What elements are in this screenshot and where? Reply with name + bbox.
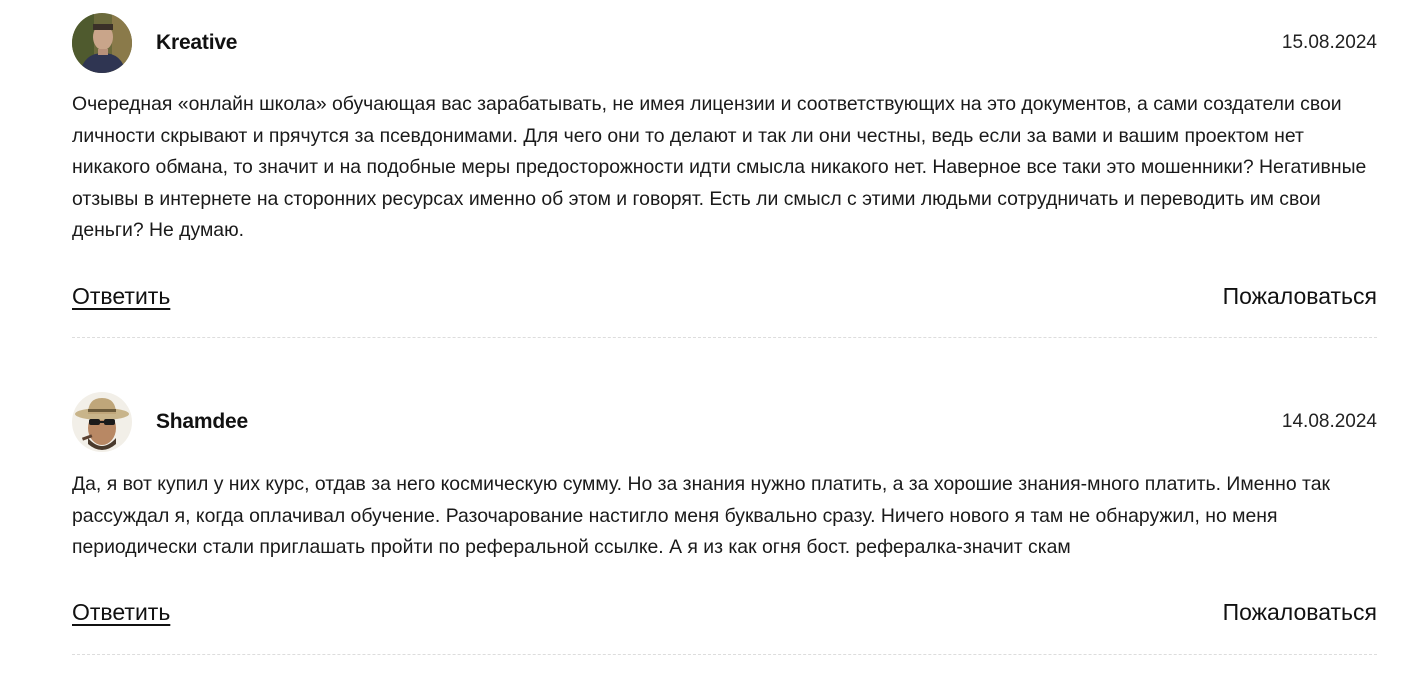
comment-item: Shamdee 14.08.2024 Да, я вот купил у них… <box>72 392 1377 656</box>
comment-actions: Ответить Пожаловаться <box>72 283 1377 315</box>
divider <box>72 654 1377 655</box>
comment-date: 15.08.2024 <box>1281 32 1377 53</box>
report-link[interactable]: Пожаловаться <box>1223 283 1377 310</box>
avatar <box>72 13 132 73</box>
comment-date: 14.08.2024 <box>1281 411 1377 432</box>
avatar <box>72 392 132 452</box>
comment-item: Kreative 15.08.2024 Очередная «онлайн шк… <box>72 0 1377 338</box>
user-photo-icon <box>72 13 132 73</box>
comment-text: Очередная «онлайн школа» обучающая вас з… <box>72 93 1367 241</box>
comments-list: Kreative 15.08.2024 Очередная «онлайн шк… <box>72 0 1377 656</box>
report-link[interactable]: Пожаловаться <box>1223 599 1377 626</box>
comment-author: Kreative <box>156 31 238 54</box>
comment-actions: Ответить Пожаловаться <box>72 599 1377 631</box>
reply-link[interactable]: Ответить <box>72 283 170 310</box>
reply-link[interactable]: Ответить <box>72 599 170 626</box>
comment-author: Shamdee <box>156 410 248 433</box>
divider <box>72 337 1377 338</box>
user-photo-icon <box>72 392 132 452</box>
comment-text: Да, я вот купил у них курс, отдав за нег… <box>72 473 1330 558</box>
